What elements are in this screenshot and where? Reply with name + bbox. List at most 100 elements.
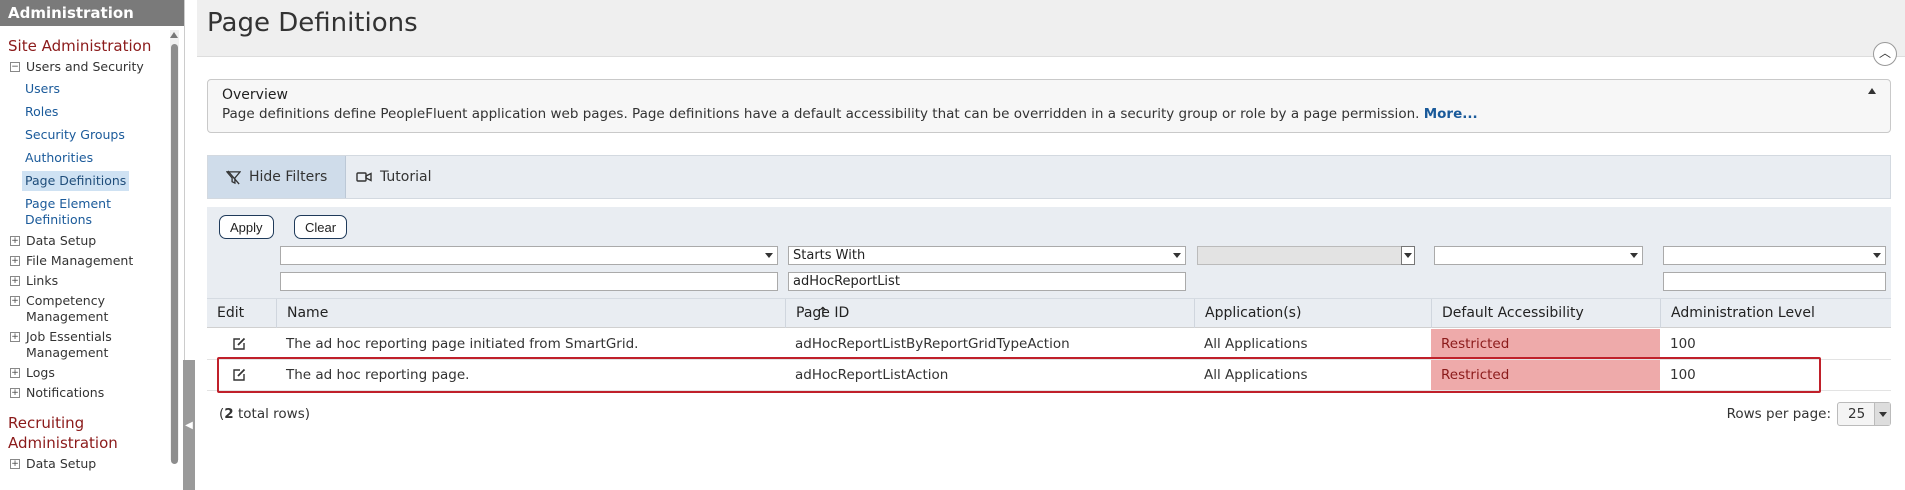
dropdown-caret-icon [1404, 253, 1412, 258]
sidebar-scrollbar[interactable] [170, 30, 179, 464]
tutorial-button[interactable]: Tutorial [338, 156, 449, 198]
dropdown-caret-icon [1873, 253, 1881, 258]
sidebar-group-label: Users and Security [26, 59, 144, 74]
tutorial-label: Tutorial [380, 169, 432, 185]
column-header-edit: Edit [217, 305, 245, 321]
applications-filter-select[interactable] [1197, 246, 1415, 265]
sidebar-item-users[interactable]: Users [22, 79, 63, 99]
admin-sidebar: Administration Menu Site Administration … [0, 0, 185, 490]
cell-admin-level: 100 [1670, 336, 1696, 352]
sidebar-group-recruiting-data-setup[interactable]: + Data Setup [0, 456, 184, 472]
sidebar-group-competency-management[interactable]: + Competency Management [0, 293, 184, 325]
sidebar-item-page-element-definitions[interactable]: Page Element Definitions [22, 194, 122, 230]
overview-more-link[interactable]: More... [1424, 106, 1478, 122]
sidebar-group-logs[interactable]: + Logs [0, 365, 184, 381]
grid-toolbar: Hide Filters Tutorial [207, 155, 1891, 199]
sidebar-group-label: Data Setup [26, 456, 97, 471]
expand-toggle-icon[interactable]: + [10, 332, 20, 342]
column-header-page-id[interactable]: Page ID [785, 299, 1194, 328]
hide-filters-button[interactable]: Hide Filters [208, 156, 347, 198]
sidebar-header: Administration Menu [0, 0, 184, 48]
data-grid: Apply Clear Starts With adHocReportList [207, 207, 1891, 407]
table-header: Edit Name ↑ Page ID Application(s) Defau… [207, 298, 1891, 328]
page-title: Page Definitions [207, 8, 418, 38]
overview-text: Page definitions define PeopleFluent app… [222, 106, 1876, 122]
cell-name: The ad hoc reporting page. [286, 367, 470, 383]
sidebar-item-roles[interactable]: Roles [22, 102, 61, 122]
sidebar-section-recruiting-administration[interactable]: Recruiting Administration [0, 413, 130, 453]
sidebar-group-users-security[interactable]: − Users and Security [0, 59, 184, 75]
column-header-name[interactable]: Name ↑ [276, 299, 829, 328]
collapse-header-button[interactable]: ︿ [1873, 42, 1897, 66]
table-row[interactable]: The ad hoc reporting page initiated from… [207, 329, 1891, 360]
rows-per-page-label: Rows per page: [1726, 406, 1831, 422]
expand-toggle-icon[interactable]: + [10, 459, 20, 469]
cell-name: The ad hoc reporting page initiated from… [286, 336, 639, 352]
default-accessibility-filter-select[interactable] [1434, 246, 1643, 265]
chevron-up-icon: ︿ [1878, 46, 1891, 60]
main-content: Page Definitions ︿ Overview Page definit… [197, 0, 1905, 490]
cell-default-accessibility: Restricted [1431, 360, 1660, 390]
cell-page-id: adHocReportListAction [795, 367, 949, 383]
total-rows-label: (2 total rows) [219, 406, 310, 422]
dropdown-caret-icon [765, 253, 773, 258]
title-bar: Page Definitions [197, 0, 1905, 57]
expand-toggle-icon[interactable]: + [10, 388, 20, 398]
scrollbar-thumb[interactable] [171, 44, 178, 464]
admin-level-filter-input[interactable] [1663, 272, 1886, 291]
sidebar-group-label: Competency Management [26, 293, 109, 324]
cell-admin-level: 100 [1670, 367, 1696, 383]
sidebar-group-file-management[interactable]: + File Management [0, 253, 184, 269]
expand-toggle-icon[interactable]: + [10, 236, 20, 246]
sidebar-group-label: File Management [26, 253, 134, 268]
cell-applications: All Applications [1204, 367, 1308, 383]
column-header-applications[interactable]: Application(s) [1194, 299, 1431, 328]
page-id-operator-select[interactable]: Starts With [788, 246, 1186, 265]
apply-filters-button[interactable]: Apply [219, 215, 274, 239]
total-rows-count: 2 [224, 406, 234, 422]
clear-filters-button[interactable]: Clear [294, 215, 348, 239]
sidebar-item-security-groups[interactable]: Security Groups [22, 125, 128, 145]
edit-icon[interactable] [232, 368, 246, 386]
column-header-administration-level[interactable]: Administration Level [1660, 299, 1891, 328]
table-row[interactable]: The ad hoc reporting page. adHocReportLi… [207, 360, 1891, 391]
sidebar-section-site-administration[interactable]: Site Administration [0, 36, 184, 56]
overview-description: Page definitions define PeopleFluent app… [222, 106, 1420, 122]
sidebar-group-data-setup[interactable]: + Data Setup [0, 233, 184, 249]
sidebar-group-notifications[interactable]: + Notifications [0, 385, 184, 401]
expand-toggle-icon[interactable]: + [10, 256, 20, 266]
grid-footer: (2 total rows) Rows per page: 25 [207, 400, 1891, 430]
sidebar-collapse-handle[interactable]: ◀ [183, 360, 195, 490]
video-camera-icon [356, 171, 372, 183]
edit-icon[interactable] [232, 337, 246, 355]
expand-toggle-icon[interactable]: + [10, 276, 20, 286]
page-id-filter-input[interactable]: adHocReportList [788, 272, 1186, 291]
collapse-toggle-icon[interactable]: − [10, 62, 20, 72]
column-header-default-accessibility[interactable]: Default Accessibility [1431, 299, 1660, 328]
sidebar-group-label: Job Essentials Management [26, 329, 112, 360]
chevron-left-icon: ◀ [185, 419, 193, 431]
sidebar-item-authorities[interactable]: Authorities [22, 148, 96, 168]
admin-level-operator-select[interactable] [1663, 246, 1886, 265]
scroll-up-arrow-icon[interactable] [170, 32, 178, 38]
expand-toggle-icon[interactable]: + [10, 296, 20, 306]
dropdown-caret-icon [1879, 412, 1887, 417]
name-operator-select[interactable] [280, 246, 778, 265]
cell-default-accessibility: Restricted [1431, 329, 1660, 359]
sidebar-group-job-essentials-management[interactable]: + Job Essentials Management [0, 329, 184, 361]
rows-per-page-select[interactable]: 25 [1837, 402, 1891, 426]
filter-row: Apply Clear Starts With adHocReportList [207, 207, 1891, 298]
collapse-overview-icon[interactable] [1868, 88, 1876, 94]
sidebar-group-label: Data Setup [26, 233, 97, 248]
sidebar-group-label: Logs [26, 365, 55, 380]
sidebar-item-page-definitions[interactable]: Page Definitions [22, 171, 130, 191]
cell-page-id: adHocReportListByReportGridTypeAction [795, 336, 1070, 352]
sidebar-group-label: Links [26, 273, 59, 288]
hide-filters-label: Hide Filters [249, 169, 328, 185]
expand-toggle-icon[interactable]: + [10, 368, 20, 378]
dropdown-caret-icon [1173, 253, 1181, 258]
sidebar-group-links[interactable]: + Links [0, 273, 184, 289]
dropdown-caret-icon [1630, 253, 1638, 258]
sidebar-group-label: Notifications [26, 385, 105, 400]
name-filter-input[interactable] [280, 272, 778, 291]
